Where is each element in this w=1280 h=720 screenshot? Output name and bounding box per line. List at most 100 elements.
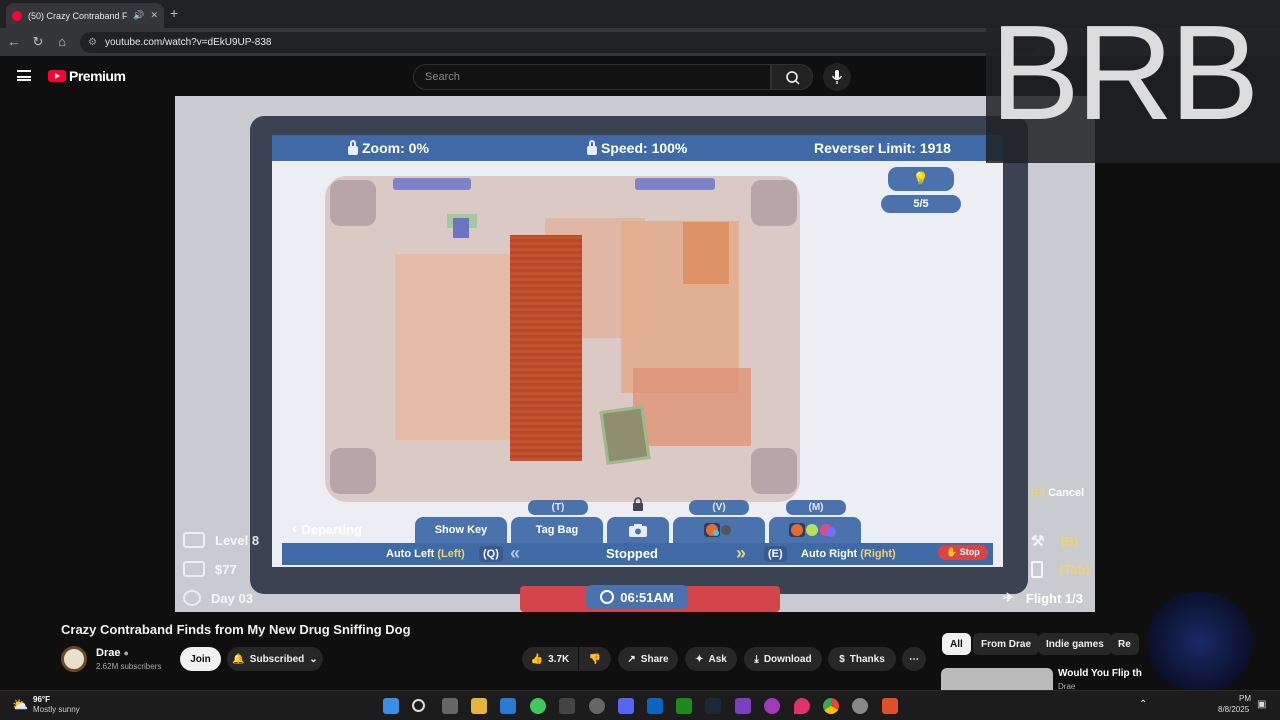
file-explorer-icon[interactable] [471,698,487,714]
tablet-icon [1031,561,1043,578]
brb-overlay-text: BRB [990,0,1260,148]
join-button[interactable]: Join [180,647,221,671]
day-stat: Day 03 [183,590,253,606]
search-icon[interactable] [412,699,425,712]
ask-button[interactable]: ✦ Ask [685,647,737,671]
level-stat: Level 8 [183,532,259,548]
youtube-logo-icon[interactable] [48,70,66,82]
conveyor-status: Stopped [606,546,658,561]
steam-icon[interactable] [705,698,721,714]
mic-icon [831,70,843,84]
site-info-icon[interactable]: ⚙ [88,37,97,48]
stop-button[interactable]: ✋ Stop [938,545,988,560]
discord-icon[interactable] [618,698,634,714]
filter-more[interactable]: Re [1110,633,1139,655]
maps-icon[interactable] [794,698,810,714]
menu-icon[interactable] [17,70,31,81]
reload-button[interactable]: ↻ [30,34,46,50]
related-thumbnail[interactable] [941,668,1053,690]
globe-decoration [1145,592,1255,692]
cancel-hint[interactable]: (F) Cancel [1031,487,1084,499]
channel-name[interactable]: Drae ● [96,647,129,659]
weather-temp[interactable]: 96°F [33,695,50,704]
weather-desc[interactable]: Mostly sunny [33,705,80,714]
spotify-icon[interactable] [530,698,546,714]
camera-button[interactable] [607,517,669,543]
hint-button[interactable]: 💡 [888,167,954,191]
auto-right-button[interactable]: Auto Right (Right) [801,548,896,560]
device-hotkey[interactable]: (Tab) [1031,561,1090,578]
departing-button[interactable]: ‹ Departing [292,520,362,538]
outlook-icon[interactable] [647,698,663,714]
search-input[interactable]: Search [413,64,771,90]
task-view-icon[interactable] [442,698,458,714]
fast-forward-icon[interactable]: » [736,543,746,564]
show-key-button[interactable]: Show Key [415,517,507,543]
close-tab-icon[interactable]: ✕ [150,10,158,21]
ea-icon[interactable] [882,698,898,714]
multi-filter-key: (M) [786,500,846,515]
notification-icon[interactable]: ▣ [1257,699,1266,710]
cash-icon [183,561,205,577]
reverser-limit: Reverser Limit: 1918 [814,140,951,156]
like-button[interactable]: 👍 3.7K [522,647,578,671]
game-clock: 06:51AM [586,585,688,609]
search-icon [786,71,800,85]
channel-avatar[interactable] [61,646,87,672]
share-icon: ↗ [627,653,636,665]
app-icon[interactable] [735,698,751,714]
lock-icon [632,497,644,511]
related-title[interactable]: Would You Flip th [1058,668,1142,679]
new-tab-button[interactable]: + [170,5,178,21]
clock-time[interactable]: PM [1239,694,1251,703]
audio-icon[interactable]: 🔊 [133,10,144,21]
dislike-button[interactable]: 👎 [579,647,611,671]
speed-indicator: Speed: 100% [587,139,687,156]
color-filter-button[interactable] [673,517,765,543]
youtube-premium-label[interactable]: Premium [69,68,126,84]
store-icon[interactable] [500,698,516,714]
clock-icon [600,590,615,604]
hint-counter: 5/5 [881,195,961,213]
scan-item [683,222,729,284]
app-icon[interactable] [559,698,575,714]
browser-tab[interactable]: (50) Crazy Contraband Finds 🔊 ✕ [6,3,164,28]
home-button[interactable]: ⌂ [54,34,70,49]
dense-scan-item [510,235,582,461]
app-icon[interactable] [764,698,780,714]
lock-icon [587,139,597,155]
scan-item [395,254,511,440]
address-bar[interactable]: ⚙ youtube.com/watch?v=dEkU9UP-838 [80,32,1040,53]
tag-bag-button[interactable]: Tag Bag [511,517,603,543]
clock-date[interactable]: 8/8/2025 [1218,705,1249,714]
filter-all[interactable]: All [942,633,971,655]
share-button[interactable]: ↗ Share [618,647,678,671]
more-actions-button[interactable]: ⋯ [902,647,926,671]
bag-corner [751,180,797,226]
rewind-icon[interactable]: « [510,543,520,564]
tool-hotkey[interactable]: ⚒ (B) [1031,532,1079,550]
auto-left-button[interactable]: Auto Left (Left) [386,548,465,560]
xbox-icon[interactable] [676,698,692,714]
tray-chevron-icon[interactable]: ⌃ [1139,699,1147,710]
hammer-icon: ⚒ [1031,533,1045,550]
obs-icon[interactable] [589,698,605,714]
thanks-button[interactable]: $ Thanks [828,647,896,671]
subscribed-button[interactable]: 🔔 Subscribed ⌄ [227,647,323,671]
download-button[interactable]: ⤓ Download [744,647,822,671]
voice-search-button[interactable] [823,63,851,91]
search-button[interactable] [771,64,813,90]
filter-from-drae[interactable]: From Drae [973,633,1040,655]
multi-filter-button[interactable] [769,517,861,543]
sparkle-icon: ✦ [695,653,704,665]
auto-right-key: (E) [764,546,787,562]
tag-bag-key: (T) [528,500,588,515]
start-icon[interactable] [383,698,399,714]
bar-chart-icon [183,532,205,548]
chrome-icon[interactable] [823,698,839,714]
back-button[interactable]: ← [6,34,22,49]
color-filter-icon [704,523,731,537]
video-player[interactable]: Zoom: 0% Speed: 100% Reverser Limit: 191… [175,96,1095,612]
filter-indie-games[interactable]: Indie games [1038,633,1112,655]
settings-icon[interactable] [852,698,868,714]
